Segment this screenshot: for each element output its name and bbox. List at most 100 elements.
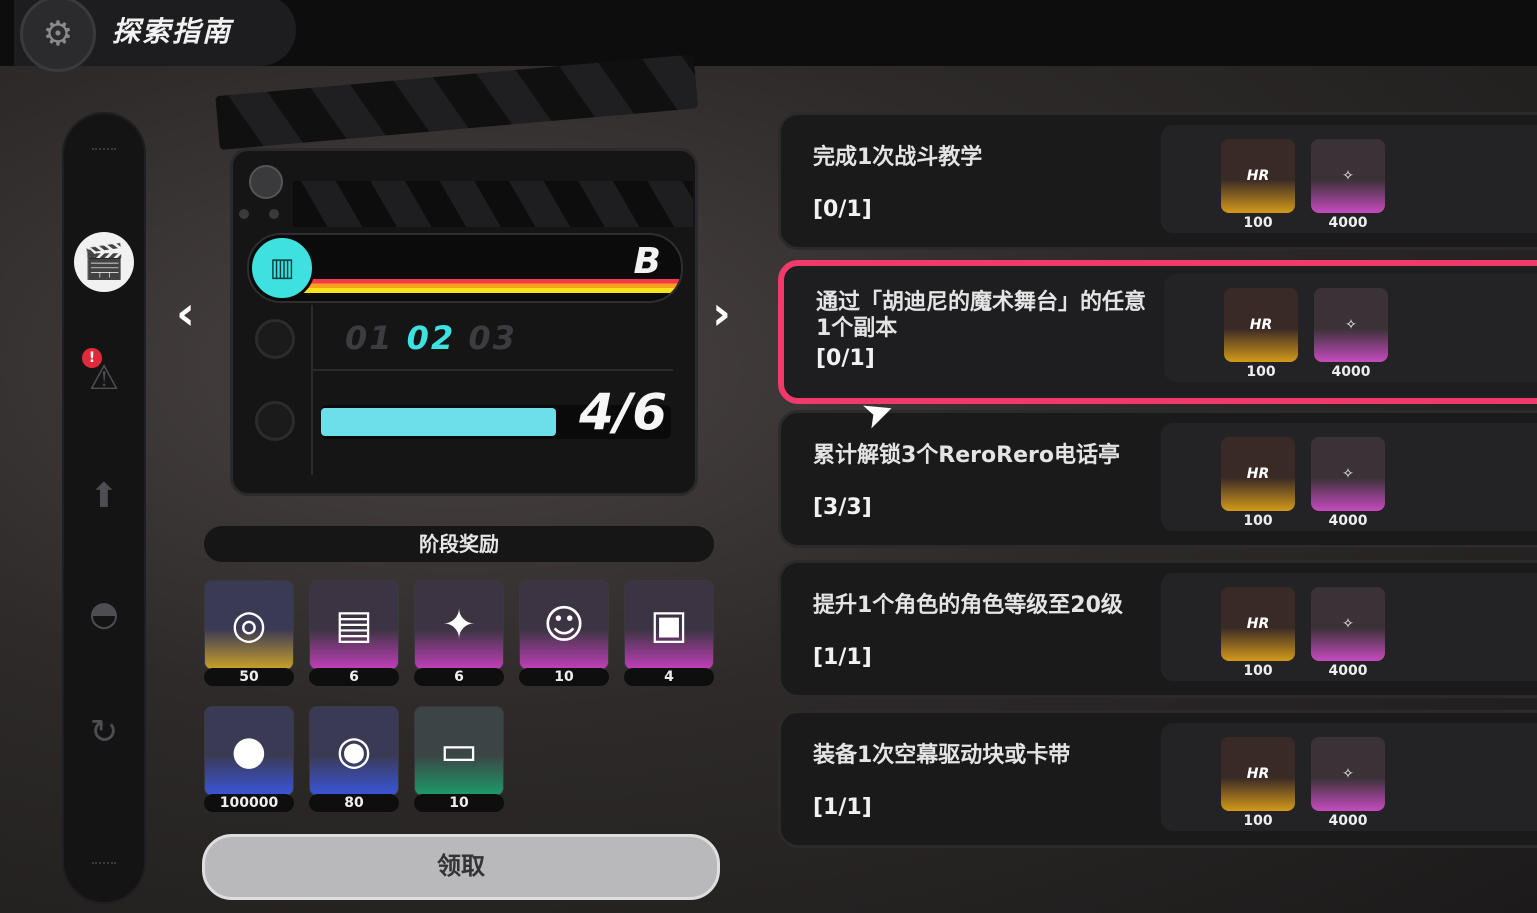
denny-coin-icon: ● [204,706,294,796]
task-card[interactable]: 累计解锁3个ReroRero电话亭 [3/3] HR 100 ✧ 4000 [778,410,1537,548]
task-progress: [1/1] [813,645,872,670]
sidebar-item-disc[interactable]: ◓ [74,584,134,644]
reward-count: 100 [1243,813,1273,829]
stage-number-current: 02 [406,319,456,357]
task-description: 装备1次空幕驱动块或卡带 [813,743,1071,768]
reward-count: 6 [309,668,399,686]
card-book-icon: ▤ [309,580,399,670]
rivet [269,209,279,219]
task-description: 累计解锁3个ReroRero电话亭 [813,443,1120,468]
arrow-up-icon: ⬆ [89,476,119,516]
sidebar: 🎬 ⚠ ! ⬆ ◓ ↻ [62,112,146,904]
stage-progress-panel: 01 02 03 4/6 [311,305,681,475]
stage-numbers: 01 02 03 [345,319,517,357]
reward-count: 100 [1243,215,1273,231]
sidebar-item-upgrade[interactable]: ⬆ [74,466,134,526]
reward-count: 100 [1246,364,1276,380]
task-rewards: HR 100 ✧ 4000 [1161,723,1537,831]
stage-rewards-title: 阶段奖励 [204,526,714,562]
sidebar-item-refresh[interactable]: ↻ [74,702,134,762]
ticket-card-icon: ✧ [1311,737,1385,811]
chevron-right-icon: › [712,286,731,340]
rivet [239,209,249,219]
claim-button[interactable]: 领取 [202,834,720,900]
stage-number: 03 [468,319,517,357]
rainbow-stripe [289,279,679,293]
task-description: 提升1个角色的角色等级至20级 [813,593,1123,618]
task-card[interactable]: 提升1个角色的角色等级至20级 [1/1] HR 100 ✧ 4000 [778,560,1537,698]
task-rewards: HR 100 ✧ 4000 [1161,423,1537,531]
task-card[interactable]: 完成1次战斗教学 [0/1] HR 100 ✧ 4000 [778,112,1537,250]
hunter-ticket-icon: HR [1221,737,1295,811]
hunter-ticket-icon: HR [1221,587,1295,661]
crystal-shard-icon: ✦ [414,580,504,670]
reward-count: 100000 [204,794,294,812]
polychrome-orb-icon: ◎ [204,580,294,670]
task-progress: [0/1] [816,346,875,371]
reward-item[interactable]: ✦ 6 [414,580,504,688]
sidebar-item-guide[interactable]: 🎬 [74,232,134,292]
disc-icon: ◓ [89,594,119,634]
hunter-ticket-icon: HR [1221,139,1295,213]
reward-item[interactable]: ▭ 10 [414,706,504,814]
task-rewards: HR 100 ✧ 4000 [1164,274,1537,382]
reward-count: 4000 [1328,663,1368,679]
task-description: 通过「胡迪尼的魔术舞台」的任意1个副本 [816,290,1147,341]
hunter-ticket-icon: HR [1224,288,1298,362]
stage-grade: B [633,241,661,282]
reward-item[interactable]: ▣ 4 [624,580,714,688]
ticket-card-icon: ✧ [1311,139,1385,213]
stage-card: ▥ B 01 02 03 4/6 [230,148,698,496]
stage-number: 01 [345,319,394,357]
refresh-icon: ↻ [89,712,119,752]
sidebar-grip-bottom [92,862,116,870]
reward-item[interactable]: ● 100000 [204,706,294,814]
reward-count: 4000 [1328,513,1368,529]
supply-crate-icon: ▭ [414,706,504,796]
sidebar-grip-top [92,148,116,156]
reward-count: 10 [519,668,609,686]
divider [313,369,673,371]
cube-box-icon: ▣ [624,580,714,670]
prev-stage-button[interactable]: ‹ [176,286,195,340]
hunter-ticket-icon: HR [1221,437,1295,511]
page-title: 探索指南 [112,15,233,48]
reward-count: 4000 [1328,215,1368,231]
reward-count: 80 [309,794,399,812]
camera-icon [255,319,295,359]
reward-count: 100 [1243,513,1273,529]
reward-count: 100 [1243,663,1273,679]
reward-item[interactable]: ◉ 80 [309,706,399,814]
chevron-left-icon: ‹ [176,286,195,340]
top-bar: ⚙ 探索指南 [0,0,1537,72]
task-rewards: HR 100 ✧ 4000 [1161,125,1537,233]
clapper-stripe [293,181,693,227]
bolt-icon [249,165,283,199]
city-logo-icon: ▥ [249,235,315,301]
task-rewards: HR 100 ✧ 4000 [1161,573,1537,681]
reward-count: 4 [624,668,714,686]
gold-token-icon: ◉ [309,706,399,796]
task-card[interactable]: 装备1次空幕驱动块或卡带 [1/1] HR 100 ✧ 4000 [778,710,1537,848]
task-description: 完成1次战斗教学 [813,145,983,170]
notification-badge: ! [82,348,102,368]
progress-text: 4/6 [579,383,667,441]
stage-name-bar: ▥ B [247,233,683,303]
reward-count: 50 [204,668,294,686]
ticket-card-icon: ✧ [1311,437,1385,511]
next-stage-button[interactable]: › [712,286,731,340]
reward-item[interactable]: ☺ 10 [519,580,609,688]
ticket-card-icon: ✧ [1311,587,1385,661]
reward-count: 4000 [1328,813,1368,829]
task-card-selected[interactable]: 通过「胡迪尼的魔术舞台」的任意1个副本 [0/1] HR 100 ✧ 4000 [778,260,1537,404]
bangboo-coin-icon: ☺ [519,580,609,670]
reward-item[interactable]: ◎ 50 [204,580,294,688]
task-progress: [1/1] [813,795,872,820]
progress-fill [321,408,556,436]
task-progress: [0/1] [813,197,872,222]
ticket-card-icon: ✧ [1314,288,1388,362]
task-progress: [3/3] [813,495,872,520]
reward-item[interactable]: ▤ 6 [309,580,399,688]
reward-count: 6 [414,668,504,686]
reel-icon [255,401,295,441]
